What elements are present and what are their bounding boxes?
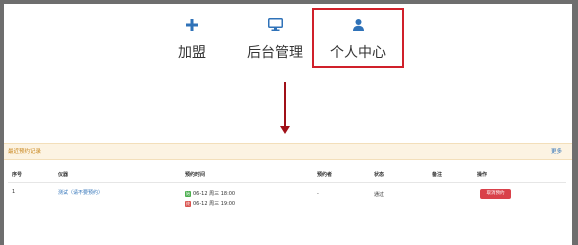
column-header: 预约时间 xyxy=(185,172,206,178)
column-header: 状态 xyxy=(374,172,385,178)
start-time: 始 06-12 周三 18:00 xyxy=(185,190,235,197)
recent-bookings-header: 最近预约记录 更多 xyxy=(4,143,572,160)
start-tag: 始 xyxy=(185,190,191,197)
plus-icon xyxy=(152,16,232,38)
nav-item-label: 个人中心 xyxy=(330,45,386,61)
start-time-text: 06-12 周三 18:00 xyxy=(193,191,236,197)
nav-item-label: 加盟 xyxy=(178,45,206,61)
annotation-arrow xyxy=(284,82,286,128)
annotation-arrow-head xyxy=(280,126,290,134)
column-header: 预约者 xyxy=(317,172,333,178)
nav-item-join[interactable]: 加盟 xyxy=(152,10,232,66)
nav-item-admin[interactable]: 后台管理 xyxy=(235,10,315,66)
panel-title: 最近预约记录 xyxy=(8,149,42,155)
row-index: 1 xyxy=(12,189,16,195)
booker: - xyxy=(317,191,319,197)
monitor-icon xyxy=(235,16,315,38)
instrument-link[interactable]: 测试（请不要预约） xyxy=(58,189,103,196)
user-icon xyxy=(314,16,402,38)
end-time: 终 06-12 周三 19:00 xyxy=(185,200,235,207)
nav-item-label: 后台管理 xyxy=(247,45,303,61)
nav-item-personal-center[interactable]: 个人中心 xyxy=(312,8,404,68)
cancel-booking-button[interactable]: 取消预约 xyxy=(480,189,511,199)
status: 通过 xyxy=(374,192,385,198)
end-tag: 终 xyxy=(185,200,191,207)
column-header: 序号 xyxy=(12,172,23,178)
column-header: 备注 xyxy=(432,172,443,178)
column-header: 操作 xyxy=(477,172,488,178)
app-frame: 加盟 后台管理 个人中心 最近预约记录 更多 序号 仪器 预约时间 预约者 状态 xyxy=(4,4,572,245)
end-time-text: 06-12 周三 19:00 xyxy=(193,201,236,207)
column-header: 仪器 xyxy=(58,172,69,178)
table-divider xyxy=(8,182,566,183)
more-link[interactable]: 更多 xyxy=(551,147,562,155)
